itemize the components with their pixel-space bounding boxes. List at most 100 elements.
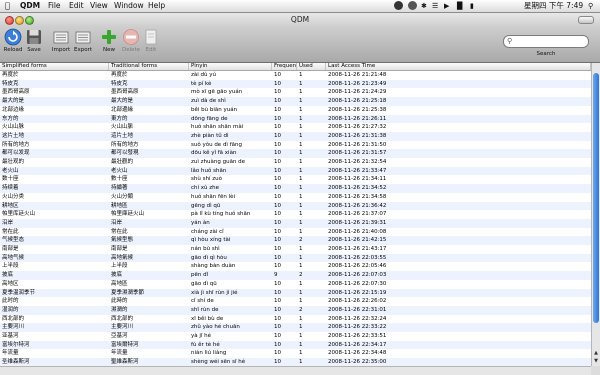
horizontal-scrollbar[interactable]	[0, 366, 591, 375]
volume-icon[interactable]: ▶	[444, 0, 449, 12]
cell-frequency: 10	[274, 219, 281, 226]
cell-simplified: 老火山	[2, 167, 19, 174]
column-header-frequency[interactable]: Frequenc	[272, 63, 297, 70]
cell-used: 1	[299, 211, 303, 218]
table-row[interactable]: 数十座 數十座 shù shí zuò 10 1 2008-11-26 21:34:11	[0, 175, 591, 184]
cell-simplified: 再度於	[2, 72, 19, 78]
table-row[interactable]: 上半段 上半段 shàng bàn duàn 10 1 2008-11-26 22:05:…	[0, 262, 591, 271]
table-row[interactable]: 火山山脉 火山山脈 huǒ shān shān mài 10 1 2008-11-26 2…	[0, 123, 591, 132]
column-header-last-access[interactable]: Last Access Time	[326, 63, 591, 70]
cell-traditional: 火山分類	[111, 193, 134, 200]
vertical-scroll-thumb[interactable]	[593, 73, 599, 323]
search-field[interactable]: ⚲	[503, 35, 589, 48]
cell-traditional: 北部邊緣	[111, 106, 134, 113]
table-row[interactable]: 帕里库廷火山 帕里庫廷火山 pà lǐ kù tíng huǒ shān 10 1 200…	[0, 210, 591, 219]
cell-traditional: 高地區	[111, 280, 128, 287]
menu-file[interactable]: File	[48, 0, 61, 12]
cell-traditional: 持續著	[111, 185, 128, 192]
table-row[interactable]: 披底 披底 pēn dǐ 9 2 2008-11-26 22:07:03	[0, 271, 591, 280]
table-row[interactable]: 再度於 再度於 zài dù yú 10 1 2008-11-26 21:21:48	[0, 71, 591, 80]
cell-used: 2	[299, 272, 303, 279]
wifi-icon[interactable]: ☰	[432, 0, 438, 12]
sync-status-icon[interactable]	[394, 1, 403, 10]
cell-used: 1	[299, 185, 303, 192]
cell-frequency: 10	[274, 306, 281, 313]
scroll-down-arrow[interactable]: ▼	[592, 358, 600, 365]
table-row[interactable]: 耕地区 耕地區 gēng dì qū 10 1 2008-11-26 21:36:42	[0, 201, 591, 211]
menu-app-name[interactable]: QDM	[20, 0, 40, 12]
table-row[interactable]: 富埃尔特河 富埃爾特河 fù ěr tè hé 10 1 2008-11-26 22:34…	[0, 340, 591, 350]
cell-last-access: 2008-11-26 22:26:02	[328, 298, 387, 305]
table-row[interactable]: 亚基河 亞基河 yà jī hé 10 1 2008-11-26 22:33:51	[0, 332, 591, 341]
menu-help[interactable]: Help	[148, 0, 165, 12]
cell-frequency: 10	[274, 237, 281, 244]
cell-last-access: 2008-11-26 21:39:31	[328, 219, 387, 226]
apple-menu-icon[interactable]: 	[5, 0, 10, 12]
cell-simplified: 夏季温润季节	[2, 289, 36, 296]
column-header-traditional[interactable]: Traditional forms	[109, 63, 189, 70]
column-header-pinyin[interactable]: Pinyin	[189, 63, 272, 70]
menu-clock[interactable]: 星期四 下午 7:49	[524, 0, 583, 12]
table-row[interactable]: 特皮克 特皮克 tè pí kè 10 1 2008-11-26 21:23:49	[0, 79, 591, 89]
cell-last-access: 2008-11-26 21:32:54	[328, 159, 387, 165]
table-row[interactable]: 所有的地方 所有的地方 suǒ yǒu de dì fāng 10 1 2008-11-2…	[0, 141, 591, 150]
table-row[interactable]: 都可以发现 都可以發現 dōu kě yǐ fā xiàn 10 1 2008-11-26…	[0, 149, 591, 158]
bluetooth-icon[interactable]: ✱	[421, 0, 427, 12]
battery-icon[interactable]: ▮	[470, 0, 474, 12]
cell-frequency: 10	[274, 359, 281, 366]
table-row[interactable]: 这片土地 這片土地 zhè piàn tǔ dì 10 1 2008-11-26 21:3…	[0, 131, 591, 141]
cell-used: 1	[299, 132, 303, 139]
table-row[interactable]: 墨西哥高原 墨西哥高原 mò xī gē gāo yuán 10 1 2008-11-26…	[0, 88, 591, 97]
vertical-scrollbar[interactable]: ▲ ▼	[591, 63, 600, 366]
spotlight-icon[interactable]: ⚲	[588, 0, 593, 12]
table-row[interactable]: 夏季温润季节 夏季濕潤季節 xià jì shī rùn jì jié 10 1 2008…	[0, 288, 591, 298]
cell-simplified: 数十座	[2, 176, 19, 183]
table-row[interactable]: 此时的 此時的 cǐ shí de 10 1 2008-11-26 22:26:02	[0, 297, 591, 306]
input-source-icon[interactable]: █	[457, 0, 462, 12]
table-row[interactable]: 老火山 老火山 lǎo huǒ shān 10 1 2008-11-26 21:33:47	[0, 166, 591, 176]
cell-simplified: 西北部的	[2, 315, 25, 322]
table-row[interactable]: 高地气候 高地氣候 gāo dì qì hòu 10 1 2008-11-26 22:03…	[0, 253, 591, 263]
table-row[interactable]: 气候型态 氣候型態 qì hòu xíng tài 10 2 2008-11-26 21:…	[0, 236, 591, 245]
menu-view[interactable]: View	[90, 0, 108, 12]
table-row[interactable]: 年流量 年流量 nián liú liàng 10 1 2008-11-26 22:34:…	[0, 349, 591, 358]
cell-last-access: 2008-11-26 22:33:51	[328, 333, 387, 339]
table-row[interactable]: 主要河川 主要河川 zhǔ yào hé chuān 10 1 2008-11-26 22…	[0, 323, 591, 332]
cell-simplified: 主要河川	[2, 324, 25, 331]
cell-used: 1	[299, 324, 303, 331]
cell-used: 1	[299, 333, 303, 339]
toolbar-toggle-button[interactable]	[578, 16, 594, 24]
scroll-up-arrow[interactable]: ▲	[592, 350, 600, 357]
table-row[interactable]: 沿岸 沿岸 yán àn 10 1 2008-11-26 21:39:31	[0, 218, 591, 228]
table-row[interactable]: 高地区 高地區 gāo dì qū 10 1 2008-11-26 22:07:30	[0, 280, 591, 289]
timer-status-icon[interactable]	[408, 1, 417, 10]
table-row[interactable]: 南部是 南部是 nán bù shì 10 1 2008-11-26 21:43:17	[0, 245, 591, 254]
cell-traditional: 火山山脈	[111, 124, 134, 131]
title-bar[interactable]: QDM	[0, 13, 600, 26]
cell-frequency: 10	[274, 106, 281, 113]
table-row[interactable]: 湿润的 濕潤的 shī rùn de 10 2 2008-11-26 22:31:01	[0, 305, 591, 315]
resize-grip[interactable]	[591, 366, 600, 375]
table-row[interactable]: 北部边缘 北部邊緣 běi bù biān yuán 10 1 2008-11-26 21…	[0, 106, 591, 115]
table-row[interactable]: 持续着 持續著 chí xù zhe 10 1 2008-11-26 21:34:52	[0, 184, 591, 193]
table-body: 再度於 再度於 zài dù yú 10 1 2008-11-26 21:21:48 特皮克…	[0, 71, 591, 366]
menu-window[interactable]: Window	[114, 0, 144, 12]
edit-button[interactable]: Edit	[138, 28, 164, 54]
menu-edit[interactable]: Edit	[69, 0, 84, 12]
export-button[interactable]: Export	[70, 28, 96, 54]
table-row[interactable]: 圣维森斯河 聖維森斯河 shèng wéi sēn sī hé 10 1 2008-11-…	[0, 358, 591, 366]
cell-simplified: 耕地区	[2, 202, 19, 209]
table-row[interactable]: 火山分类 火山分類 huǒ shān fēn lèi 10 1 2008-11-26 21…	[0, 193, 591, 202]
column-header-used[interactable]: Used	[297, 63, 326, 70]
cell-frequency: 9	[274, 272, 278, 279]
table-row[interactable]: 最壮观的 最壯觀的 zuì zhuàng guān de 10 1 2008-11-26 …	[0, 158, 591, 167]
table-row[interactable]: 东方的 東方的 dōng fāng de 10 1 2008-11-26 21:26:11	[0, 114, 591, 124]
cell-last-access: 2008-11-26 22:15:19	[328, 289, 387, 296]
cell-used: 1	[299, 89, 303, 96]
column-header-simplified[interactable]: Simplified forms	[0, 63, 109, 70]
cell-traditional: 沿岸	[111, 219, 123, 226]
table-row[interactable]: 最大的是 最大的是 zuì dà de shì 10 1 2008-11-26 21:25…	[0, 97, 591, 106]
save-button[interactable]: Save	[21, 28, 47, 54]
table-row[interactable]: 常在此 常在此 cháng zài cǐ 10 1 2008-11-26 21:40:08	[0, 228, 591, 237]
table-row[interactable]: 西北部的 西北部的 xī běi bù de 10 1 2008-11-26 22:32:…	[0, 315, 591, 324]
